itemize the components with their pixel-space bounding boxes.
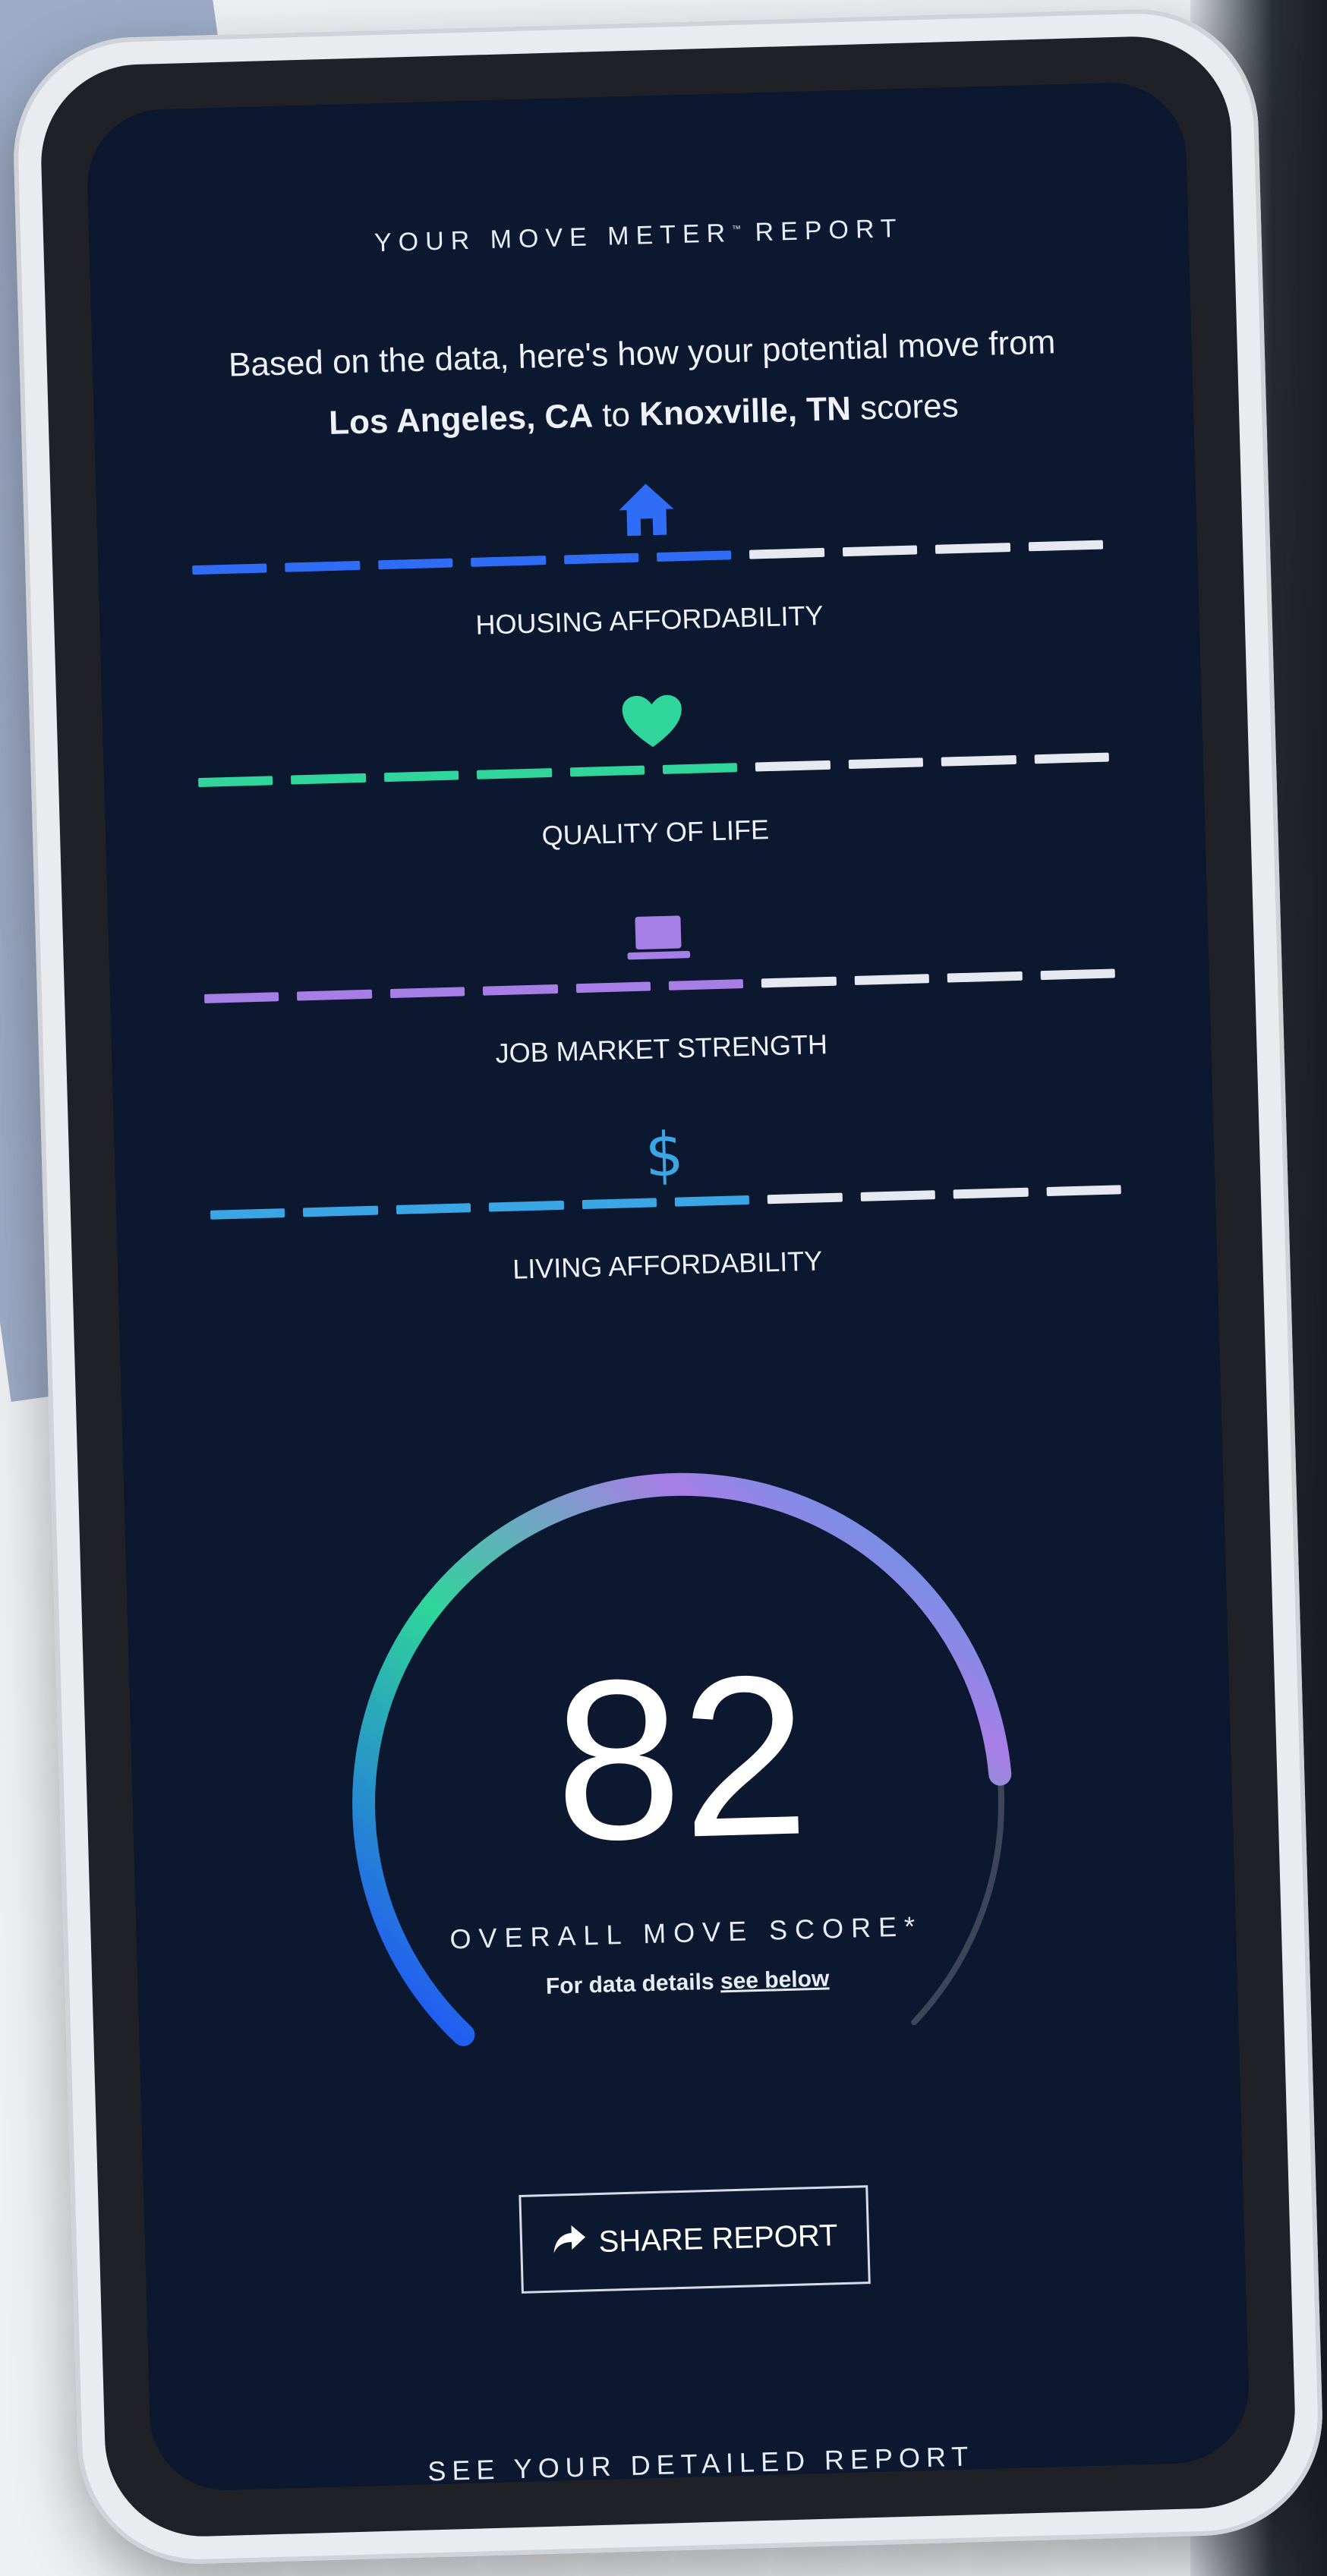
share-arrow-icon: [551, 2223, 587, 2262]
score-segment-filled: [198, 776, 273, 788]
see-below-link[interactable]: see below: [720, 1966, 829, 1994]
heart-icon: [617, 687, 687, 757]
share-report-button[interactable]: SHARE REPORT: [519, 2185, 871, 2294]
score-segment-empty: [947, 971, 1023, 983]
score-segment-empty: [1046, 1185, 1121, 1197]
laptop-icon: [623, 903, 693, 973]
score-segment-filled: [668, 979, 744, 990]
score-segment-filled: [477, 768, 552, 779]
see-detailed-report-label: SEE YOUR DETAILED REPORT: [427, 2440, 975, 2487]
score-segment-filled: [569, 765, 645, 777]
score-segment-filled: [377, 558, 453, 570]
score-bar: [198, 752, 1109, 788]
score-segment-empty: [761, 976, 837, 988]
phone-frame: YOUR MOVE METER™ REPORT Based on the dat…: [10, 5, 1326, 2568]
score-segment-empty: [941, 754, 1017, 767]
metric-housing-affordability: HOUSING AFFORDABILITY: [96, 460, 1199, 665]
score-segment-filled: [575, 981, 651, 994]
score-segment-filled: [297, 989, 373, 1001]
score-segment-filled: [657, 550, 732, 562]
score-segment-empty: [1034, 752, 1109, 764]
score-segment-filled: [674, 1195, 750, 1207]
metric-job-market-strength: JOB MARKET STRENGTH: [108, 889, 1212, 1094]
details-prefix: For data details: [545, 1969, 715, 1999]
score-segment-filled: [383, 770, 459, 783]
score-bar: [192, 540, 1104, 575]
score-segment-empty: [860, 1190, 936, 1201]
score-segment-empty: [755, 760, 831, 772]
score-bar: [204, 968, 1115, 1003]
phone-screen: YOUR MOVE METER™ REPORT Based on the dat…: [85, 80, 1251, 2493]
share-report-label: SHARE REPORT: [598, 2218, 839, 2259]
score-segment-filled: [396, 1203, 471, 1214]
score-segment-empty: [749, 547, 825, 559]
score-segment-filled: [662, 763, 738, 774]
house-icon: [611, 474, 681, 544]
score-segment-empty: [953, 1187, 1029, 1199]
score-segment-empty: [848, 757, 924, 770]
score-segment-filled: [483, 984, 558, 996]
metric-label: QUALITY OF LIFE: [541, 814, 770, 852]
score-segment-filled: [291, 773, 367, 785]
score-segment-filled: [192, 563, 267, 575]
score-segment-empty: [1028, 540, 1104, 552]
score-segment-filled: [285, 560, 361, 572]
phone-mockup: YOUR MOVE METER™ REPORT Based on the dat…: [10, 5, 1326, 2568]
score-segment-empty: [854, 974, 930, 985]
score-segment-filled: [389, 987, 465, 999]
phone-bezel: YOUR MOVE METER™ REPORT Based on the dat…: [38, 33, 1298, 2540]
report-title-main: YOUR MOVE METER: [374, 219, 733, 258]
score-segment-empty: [768, 1192, 843, 1205]
metric-label: HOUSING AFFORDABILITY: [474, 599, 824, 641]
score-segment-filled: [210, 1208, 285, 1220]
report-title-suffix: REPORT: [755, 213, 904, 247]
overall-score-value: 82: [550, 1627, 812, 1889]
score-bar: [210, 1185, 1121, 1220]
score-segment-filled: [489, 1200, 564, 1212]
metric-label: JOB MARKET STRENGTH: [495, 1028, 828, 1069]
score-segment-empty: [842, 545, 918, 557]
score-segment-filled: [563, 553, 639, 565]
from-city: Los Angeles, CA: [328, 397, 594, 442]
to-city: Knoxville, TN: [638, 389, 852, 433]
overall-score-gauge: 82 OVERALL MOVE SCORE* For data details …: [293, 1436, 1071, 2140]
score-segment-filled: [303, 1205, 379, 1217]
to-word: to: [601, 395, 631, 434]
intro-text: Based on the data, here's how your poten…: [92, 308, 1194, 460]
score-segment-filled: [471, 556, 547, 567]
metric-label: LIVING AFFORDABILITY: [512, 1245, 823, 1285]
score-segment-empty: [935, 543, 1010, 554]
metric-quality-of-life: QUALITY OF LIFE: [102, 672, 1206, 877]
dollar-icon: $: [644, 1118, 685, 1191]
score-segment-empty: [1040, 968, 1115, 981]
score-segment-filled: [204, 992, 279, 1003]
metric-living-affordability: $ LIVING AFFORDABILITY: [114, 1105, 1218, 1310]
scores-word: scores: [859, 386, 960, 427]
report-title: YOUR MOVE METER™ REPORT: [89, 206, 1189, 266]
trademark-mark: ™: [731, 223, 742, 235]
score-segment-filled: [582, 1198, 657, 1210]
